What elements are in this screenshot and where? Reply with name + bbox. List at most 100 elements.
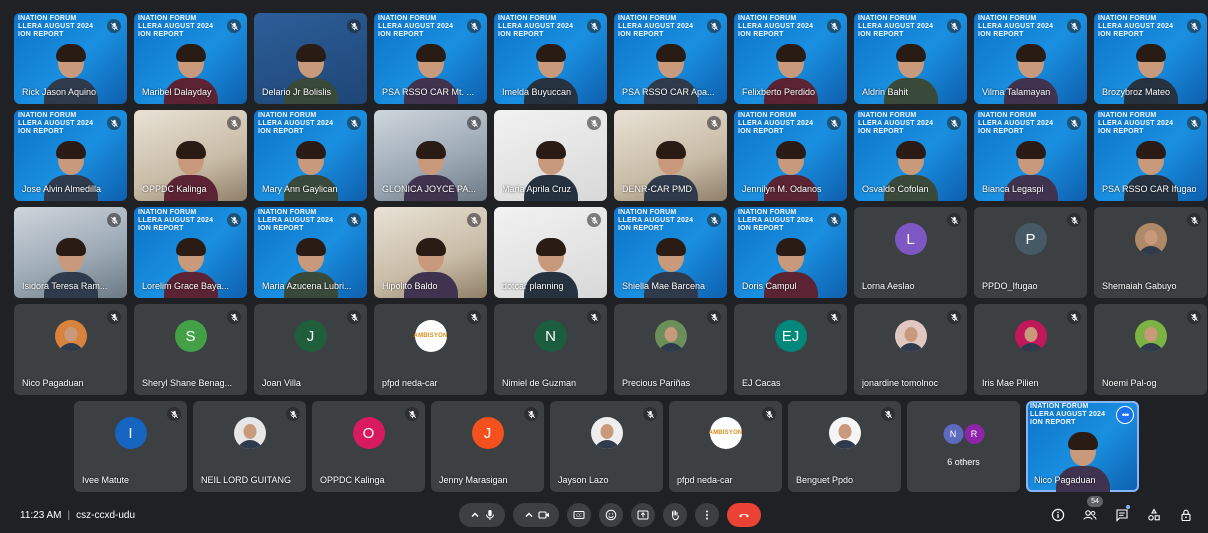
camera-icon[interactable] [537,509,550,521]
participant-tile[interactable]: OPPDC Kalinga [134,110,247,201]
participant-tile[interactable]: INATION FORUM LLERA AUGUST 2024 ION REPO… [14,110,127,201]
meeting-details-button[interactable] [1046,503,1070,527]
participant-tile[interactable]: INATION FORUM LLERA AUGUST 2024 ION REPO… [734,207,847,298]
participant-name: Jenny Marasigan [439,475,508,485]
mic-off-icon [347,19,361,33]
participant-tile[interactable]: INATION FORUM LLERA AUGUST 2024 ION REPO… [1094,13,1207,104]
participant-tile[interactable]: Delario Jr Bolislis [254,13,367,104]
hang-up-icon[interactable] [738,509,750,521]
participant-tile[interactable]: INATION FORUM LLERA AUGUST 2024 ION REPO… [974,13,1087,104]
participant-tile[interactable]: jonardine tomolnoc [854,304,967,395]
emoji-icon[interactable] [605,509,617,521]
participant-tile[interactable]: INATION FORUM LLERA AUGUST 2024 ION REPO… [614,207,727,298]
participant-name: Felixberto Perdido [742,87,816,97]
banner-text: INATION FORUM LLERA AUGUST 2024 ION REPO… [18,112,94,135]
participant-tile[interactable]: DENR-CAR PMD [614,110,727,201]
participant-tile[interactable]: NEIL LORD GUITANG [193,401,306,492]
self-view-tile[interactable]: INATION FORUM LLERA AUGUST 2024 ION REPO… [1026,401,1139,492]
banner-text: INATION FORUM LLERA AUGUST 2024 ION REPO… [978,112,1054,135]
leave-call-button[interactable] [727,503,761,527]
participant-tile[interactable]: INATION FORUM LLERA AUGUST 2024 ION REPO… [134,207,247,298]
banner-text: INATION FORUM LLERA AUGUST 2024 ION REPO… [378,15,454,38]
participant-row: Nico Pagaduan S Sheryl Shane Benag... J Joan… [14,304,1207,395]
participant-tile[interactable]: J Joan Villa [254,304,367,395]
raise-hand-button[interactable] [663,503,687,527]
participant-tile[interactable]: I Ivee Matute [74,401,187,492]
banner-text: INATION FORUM LLERA AUGUST 2024 ION REPO… [258,112,334,135]
participant-tile[interactable]: INATION FORUM LLERA AUGUST 2024 ION REPO… [14,13,127,104]
activities-button[interactable] [1142,503,1166,527]
mic-icon[interactable] [484,509,496,521]
chat-icon[interactable] [1115,508,1129,522]
participant-tile[interactable]: EJ EJ Cacas [734,304,847,395]
raise-hand-icon[interactable] [669,509,681,521]
participant-tile[interactable]: INATION FORUM LLERA AUGUST 2024 ION REPO… [1094,110,1207,201]
mic-off-icon [107,19,121,33]
participant-tile[interactable]: Noemi Pal-og [1094,304,1207,395]
participant-tile[interactable]: Isidora Teresa Ram... [14,207,127,298]
self-more-options-button[interactable]: ••• [1116,406,1134,424]
chevron-up-icon[interactable] [523,509,535,521]
host-controls-icon[interactable] [1179,508,1193,522]
mic-off-icon [467,310,481,324]
mic-off-icon [587,116,601,130]
participant-tile[interactable]: INATION FORUM LLERA AUGUST 2024 ION REPO… [734,13,847,104]
participant-tile[interactable]: INATION FORUM LLERA AUGUST 2024 ION REPO… [494,13,607,104]
ambisyon-logo: AMBISYON [414,320,447,352]
participant-name: OPPDC Kalinga [320,475,385,485]
participant-tile[interactable]: INATION FORUM LLERA AUGUST 2024 ION REPO… [254,110,367,201]
present-button[interactable] [631,503,655,527]
host-controls-button[interactable] [1174,503,1198,527]
participant-tile[interactable]: Nico Pagaduan [14,304,127,395]
more-horizontal-icon[interactable]: ••• [1122,410,1130,420]
more-options-icon[interactable] [701,509,713,521]
mic-off-icon [467,213,481,227]
chat-notification-dot [1126,505,1130,509]
participant-tile[interactable]: Maria Aprila Cruz [494,110,607,201]
mic-button[interactable] [459,503,505,527]
participant-tile[interactable]: S Sheryl Shane Benag... [134,304,247,395]
participant-tile[interactable]: INATION FORUM LLERA AUGUST 2024 ION REPO… [254,207,367,298]
captions-button[interactable]: CC [567,503,591,527]
participant-tile[interactable]: P PPDO_Ifugao [974,207,1087,298]
mic-off-icon [347,116,361,130]
people-icon[interactable] [1083,508,1097,522]
people-button[interactable]: 54 [1078,496,1103,527]
mic-off-icon [227,310,241,324]
info-icon[interactable] [1051,508,1065,522]
participant-tile[interactable]: Hipolito Baldo [374,207,487,298]
avatar-photo [894,320,927,352]
chevron-up-icon[interactable] [469,509,481,521]
participant-name: Osvaldo Cofolan [862,184,929,194]
participant-tile[interactable]: AMBISYON pfpd neda-car [669,401,782,492]
participant-tile[interactable]: INATION FORUM LLERA AUGUST 2024 ION REPO… [854,110,967,201]
participant-name: Jose Alvin Almedilla [22,184,102,194]
chat-button[interactable] [1110,503,1134,527]
participant-tile[interactable]: INATION FORUM LLERA AUGUST 2024 ION REPO… [974,110,1087,201]
participant-name: jonardine tomolnoc [862,378,939,388]
participant-tile[interactable]: INATION FORUM LLERA AUGUST 2024 ION REPO… [854,13,967,104]
participant-tile[interactable]: Jayson Lazo [550,401,663,492]
participant-tile[interactable]: Iris Mae Pilien [974,304,1087,395]
participant-tile[interactable]: J Jenny Marasigan [431,401,544,492]
participant-tile[interactable]: dotcar planning [494,207,607,298]
present-screen-icon[interactable] [637,509,649,521]
emoji-button[interactable] [599,503,623,527]
participant-tile[interactable]: O OPPDC Kalinga [312,401,425,492]
camera-button[interactable] [513,503,559,527]
participant-tile[interactable]: N Nimiel de Guzman [494,304,607,395]
participant-tile[interactable]: NR 6 others [907,401,1020,492]
participant-tile[interactable]: INATION FORUM LLERA AUGUST 2024 ION REPO… [374,13,487,104]
participant-tile[interactable]: INATION FORUM LLERA AUGUST 2024 ION REPO… [614,13,727,104]
participant-tile[interactable]: Precious Pariñas [614,304,727,395]
participant-tile[interactable]: L Lorna Aeslao [854,207,967,298]
participant-tile[interactable]: AMBISYON pfpd neda-car [374,304,487,395]
participant-tile[interactable]: Benguet Ppdo [788,401,901,492]
participant-tile[interactable]: INATION FORUM LLERA AUGUST 2024 ION REPO… [734,110,847,201]
more-options-button[interactable] [695,503,719,527]
activities-icon[interactable] [1147,508,1161,522]
participant-tile[interactable]: Shemaiah Gabuyo [1094,207,1207,298]
participant-tile[interactable]: GLONICA JOYCE PA... [374,110,487,201]
participant-tile[interactable]: INATION FORUM LLERA AUGUST 2024 ION REPO… [134,13,247,104]
captions-icon[interactable]: CC [573,509,585,521]
